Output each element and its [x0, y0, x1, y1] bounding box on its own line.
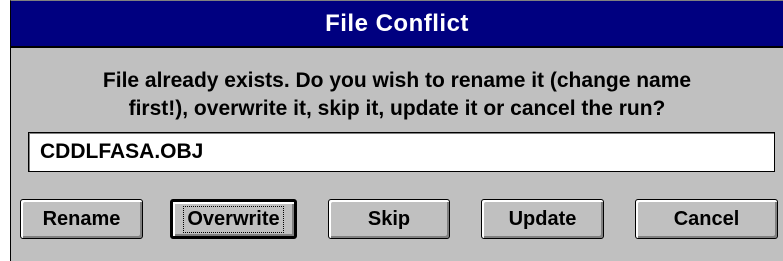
skip-button-label: Skip: [367, 207, 411, 230]
skip-button[interactable]: Skip: [328, 199, 450, 239]
cancel-button[interactable]: Cancel: [635, 199, 778, 239]
overwrite-button[interactable]: Overwrite: [170, 199, 297, 239]
dialog-title: File Conflict: [325, 9, 469, 37]
rename-button-label: Rename: [42, 207, 121, 230]
update-button[interactable]: Update: [481, 199, 604, 239]
message-line-1: File already exists. Do you wish to rena…: [102, 69, 692, 92]
cancel-button-label: Cancel: [673, 207, 740, 230]
update-button-label: Update: [508, 207, 577, 230]
file-conflict-dialog: File Conflict File already exists. Do yo…: [10, 0, 783, 261]
message-line-2: first!), overwrite it, skip it, update i…: [128, 97, 666, 120]
rename-button[interactable]: Rename: [20, 199, 143, 239]
dialog-title-bar: File Conflict: [11, 1, 783, 48]
conflict-message: File already exists. Do you wish to rena…: [11, 67, 783, 123]
overwrite-button-label: Overwrite: [183, 205, 284, 233]
filename-input[interactable]: [28, 132, 775, 172]
